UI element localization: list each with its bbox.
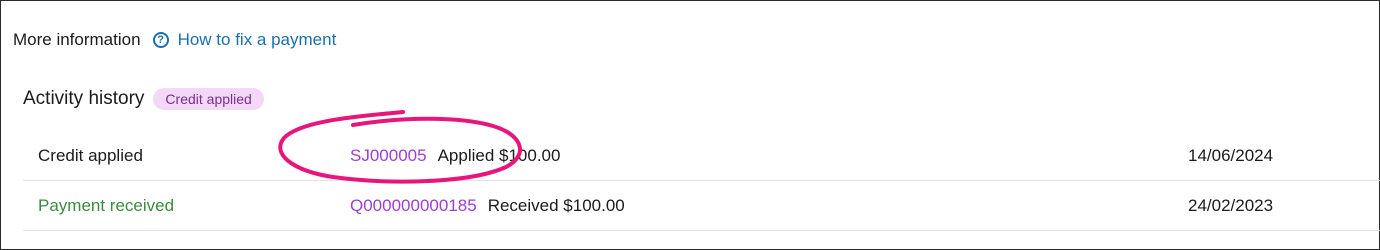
activity-history-header: Activity history Credit applied bbox=[23, 85, 264, 113]
activity-history-list: Credit applied SJ000005 Applied $100.00 … bbox=[23, 131, 1380, 231]
activity-description: Applied $100.00 bbox=[437, 145, 561, 165]
status-badge: Credit applied bbox=[153, 88, 264, 110]
activity-reference-cell: SJ000005 Applied $100.00 bbox=[350, 131, 560, 180]
reference-link[interactable]: Q000000000185 bbox=[350, 196, 477, 216]
question-circle-icon: ? bbox=[152, 32, 169, 48]
activity-history-title: Activity history bbox=[23, 88, 145, 109]
reference-link[interactable]: SJ000005 bbox=[350, 146, 427, 166]
activity-date: 14/06/2024 bbox=[1188, 145, 1274, 165]
activity-reference-cell: Q000000000185 Received $100.00 bbox=[350, 181, 625, 230]
how-to-fix-payment-link-text: How to fix a payment bbox=[177, 30, 337, 49]
activity-date: 24/02/2023 bbox=[1188, 195, 1274, 215]
activity-type: Credit applied bbox=[38, 145, 143, 165]
activity-row-credit-applied: Credit applied SJ000005 Applied $100.00 … bbox=[23, 131, 1380, 181]
payment-details-panel: More information ? How to fix a payment … bbox=[0, 0, 1380, 250]
more-information-label: More information bbox=[13, 30, 141, 49]
activity-type: Payment received bbox=[38, 195, 175, 215]
activity-description: Received $100.00 bbox=[487, 195, 625, 215]
activity-row-payment-received: Payment received Q000000000185 Received … bbox=[23, 181, 1380, 231]
how-to-fix-payment-link[interactable]: ? How to fix a payment bbox=[152, 30, 337, 50]
more-information-section: More information ? How to fix a payment bbox=[13, 29, 336, 51]
